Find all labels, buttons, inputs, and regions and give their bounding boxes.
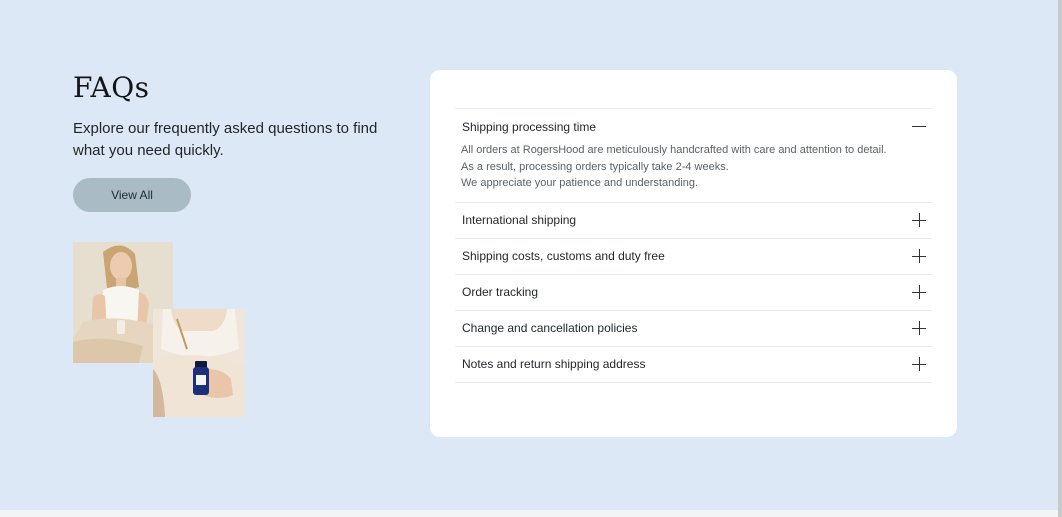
view-all-button[interactable]: View All — [73, 178, 191, 212]
faq-question: International shipping — [462, 213, 577, 227]
minus-icon[interactable] — [912, 120, 926, 134]
faq-answer: All orders at RogersHood are meticulousl… — [455, 142, 932, 202]
next-section-edge — [0, 510, 1058, 517]
serum-photo-illustration — [153, 309, 245, 417]
faq-intro-column: FAQs Explore our frequently asked questi… — [73, 70, 403, 212]
plus-icon[interactable] — [912, 249, 926, 263]
faq-question-row[interactable]: International shipping — [455, 203, 932, 238]
serum-photo — [153, 309, 245, 417]
faq-answer-line: As a result, processing orders typically… — [461, 160, 729, 173]
faq-item: International shipping — [455, 203, 932, 239]
faq-question: Order tracking — [462, 285, 539, 299]
faq-item: Notes and return shipping address — [455, 347, 932, 383]
faq-question-row[interactable]: Shipping processing time — [455, 109, 932, 144]
faq-accordion: Shipping processing time All orders at R… — [455, 108, 932, 383]
faq-question-row[interactable]: Notes and return shipping address — [455, 347, 932, 382]
faq-answer-line: We appreciate your patience and understa… — [461, 177, 699, 189]
plus-icon[interactable] — [912, 357, 926, 371]
faq-question-row[interactable]: Shipping costs, customs and duty free — [455, 239, 932, 274]
scrollbar-edge — [1058, 0, 1062, 517]
faq-item: Change and cancellation policies — [455, 311, 932, 347]
faq-question-row[interactable]: Change and cancellation policies — [455, 311, 932, 346]
faq-question: Shipping processing time — [462, 119, 597, 134]
faq-answer-line: All orders at RogersHood are meticulousl… — [461, 144, 887, 156]
plus-icon[interactable] — [912, 213, 926, 227]
faq-question: Shipping costs, customs and duty free — [462, 249, 665, 263]
faq-intro-text: Explore our frequently asked questions t… — [73, 120, 378, 159]
faq-item: Order tracking — [455, 275, 932, 311]
plus-icon[interactable] — [912, 321, 926, 335]
faq-item: Shipping costs, customs and duty free — [455, 239, 932, 275]
faq-question-row[interactable]: Order tracking — [455, 275, 932, 310]
faq-question: Change and cancellation policies — [462, 321, 638, 335]
plus-icon[interactable] — [912, 285, 926, 299]
faq-item: Shipping processing time All orders at R… — [455, 109, 932, 203]
faq-card: Shipping processing time All orders at R… — [430, 70, 957, 437]
page-title: FAQs — [73, 71, 150, 104]
faq-question: Notes and return shipping address — [462, 357, 646, 371]
